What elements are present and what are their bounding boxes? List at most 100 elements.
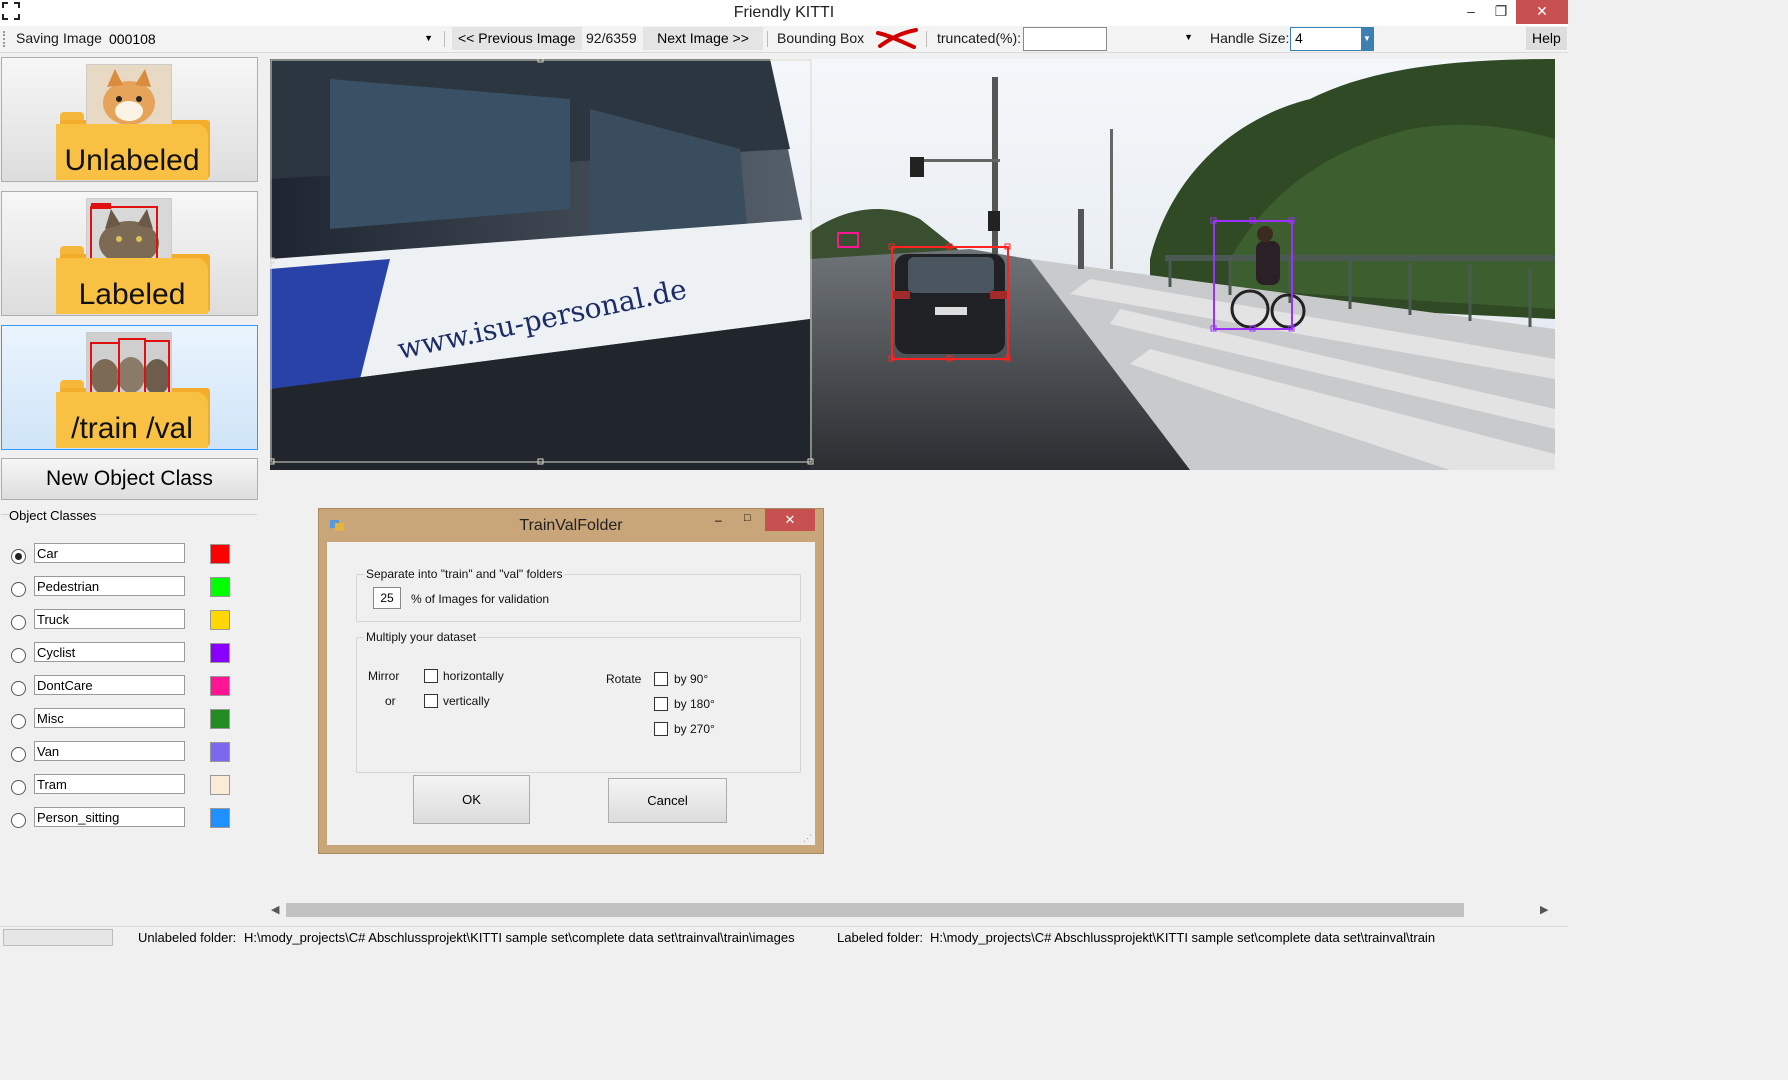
class-row-truck: Truck [0,607,258,637]
class-radio-tram[interactable] [11,780,26,795]
chevron-down-icon: ▼ [1184,32,1193,42]
close-button[interactable]: ✕ [1516,0,1568,24]
progress-bar [3,929,113,946]
image-select-value: 000108 [109,31,156,47]
train-val-folder-button[interactable]: /train /val [1,325,258,450]
rotate-270-checkbox[interactable] [654,722,668,736]
rotate-90-label: by 90° [674,672,709,686]
separator [444,31,445,47]
validation-percent-label: % of Images for validation [411,592,550,606]
dialog-maximize-button[interactable]: □ [744,512,751,524]
labeled-folder-label: Labeled [78,278,186,311]
image-select[interactable]: 000108 ▼ [104,28,438,51]
rotate-label: Rotate [606,672,642,686]
mirror-vertically-label: vertically [443,694,490,708]
class-color-swatch[interactable] [210,577,230,597]
window-title: Friendly KITTI [733,4,835,21]
class-row-van: Van [0,739,258,769]
class-color-swatch[interactable] [210,709,230,729]
class-radio-dontcare[interactable] [11,681,26,696]
labeled-folder-status-label: Labeled folder: [837,930,924,945]
class-radio-car[interactable] [11,549,26,564]
status-bar: Unlabeled folder: H:\mody_projects\C# Ab… [0,926,1568,948]
scroll-right-icon[interactable]: ▶ [1540,903,1548,916]
bounding-box-label: Bounding Box [777,30,865,46]
dialog-minimize-button[interactable]: – [715,513,722,527]
cancel-button[interactable]: Cancel [608,778,727,823]
class-color-swatch[interactable] [210,643,230,663]
separator [926,31,927,47]
train-val-split-group-title: Separate into "train" and "val" folders [364,567,565,581]
dialog-close-button[interactable]: ✕ [765,509,815,531]
object-classes-title: Object Classes [9,508,97,523]
unlabeled-folder-button[interactable]: Unlabeled [1,57,258,182]
class-name-field[interactable]: Tram [34,774,185,794]
class-color-swatch[interactable] [210,808,230,828]
chevron-down-icon: ▼ [424,33,433,43]
class-name-field[interactable]: DontCare [34,675,185,695]
class-name-field[interactable]: Person_sitting [34,807,185,827]
class-color-swatch[interactable] [210,544,230,564]
title-bar: Friendly KITTI – ❐ ✕ [0,0,1568,26]
class-radio-pedestrian[interactable] [11,582,26,597]
class-name-field[interactable]: Van [34,741,185,761]
next-image-button[interactable]: Next Image >> [643,27,763,50]
scrollbar-thumb[interactable] [286,903,1464,917]
restore-button[interactable]: ❐ [1486,0,1516,24]
image-canvas[interactable]: www.isu-personal.de [270,59,1555,470]
class-row-cyclist: Cyclist [0,640,258,670]
train-val-folder-label: /train /val [71,412,193,445]
class-color-swatch[interactable] [210,610,230,630]
class-name-field[interactable]: Cyclist [34,642,185,662]
previous-image-button[interactable]: << Previous Image [452,27,582,50]
class-name-field[interactable]: Truck [34,609,185,629]
dialog-body: Separate into "train" and "val" folders … [327,542,815,845]
class-radio-van[interactable] [11,747,26,762]
class-color-swatch[interactable] [210,775,230,795]
class-row-dontcare: DontCare [0,673,258,703]
class-color-swatch[interactable] [210,742,230,762]
scroll-left-icon[interactable]: ◀ [271,903,279,916]
class-radio-cyclist[interactable] [11,648,26,663]
occluded-select[interactable]: ▼ [1117,27,1199,49]
toolbar-grip[interactable] [3,31,7,47]
saving-status: Saving [16,30,59,46]
handle-size-value: 4 [1295,30,1303,46]
multiply-dataset-group [356,637,801,773]
unlabeled-folder-label: Unlabeled [64,144,200,177]
rotate-180-checkbox[interactable] [654,697,668,711]
mirror-vertically-checkbox[interactable] [424,694,438,708]
class-row-misc: Misc [0,706,258,736]
ok-button[interactable]: OK [413,775,530,824]
labeled-folder-button[interactable]: Labeled [1,191,258,316]
class-name-field[interactable]: Misc [34,708,185,728]
image-label: Image [63,30,102,46]
handle-size-select[interactable]: 4 ▼ [1290,27,1374,51]
unlabeled-folder-path: H:\mody_projects\C# Abschlussprojekt\KIT… [244,930,795,945]
toolbar: Saving Image 000108 ▼ << Previous Image … [0,26,1568,53]
help-button[interactable]: Help [1526,27,1567,50]
class-name-field[interactable]: Pedestrian [34,576,185,596]
resize-grip-icon[interactable]: ⋰ [803,833,812,844]
unlabeled-folder-status-label: Unlabeled folder: [138,930,237,945]
class-radio-person-sitting[interactable] [11,813,26,828]
class-name-field[interactable]: Car [34,543,185,563]
mirror-horizontally-checkbox[interactable] [424,669,438,683]
class-row-tram: Tram [0,772,258,802]
class-radio-misc[interactable] [11,714,26,729]
remove-box-icon[interactable] [874,27,918,52]
horizontal-scrollbar[interactable]: ◀ ▶ [268,901,1556,919]
mirror-label: Mirror [368,669,400,683]
minimize-button[interactable]: – [1456,0,1486,24]
class-color-swatch[interactable] [210,676,230,696]
chevron-down-icon[interactable]: ▼ [1361,28,1373,50]
class-row-pedestrian: Pedestrian [0,574,258,604]
truncated-input[interactable] [1023,27,1107,51]
multiply-dataset-group-title: Multiply your dataset [364,630,479,644]
rotate-270-label: by 270° [674,722,715,736]
class-row-person-sitting: Person_sitting [0,805,258,835]
validation-percent-input[interactable]: 25 [373,587,401,609]
class-radio-truck[interactable] [11,615,26,630]
new-object-class-button[interactable]: New Object Class [1,458,258,500]
rotate-90-checkbox[interactable] [654,672,668,686]
